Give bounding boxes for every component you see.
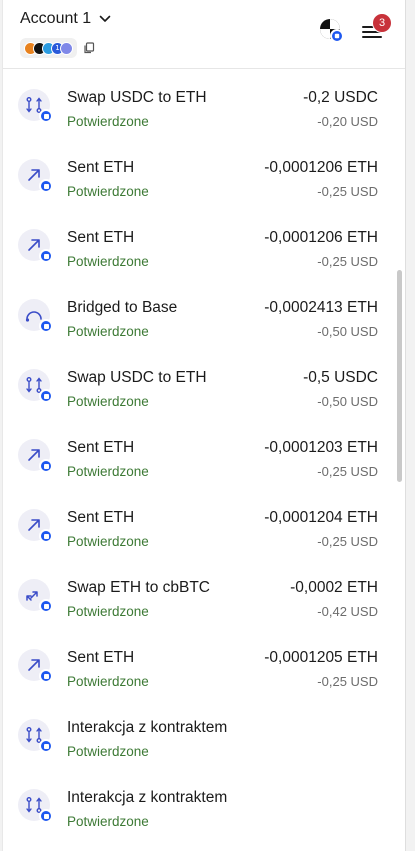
transaction-fiat-value: -0,20 USD	[317, 114, 378, 129]
transaction-fiat-value: -0,25 USD	[317, 464, 378, 479]
transaction-fiat-value: -0,42 USD	[317, 604, 378, 619]
transaction-title: Sent ETH	[67, 649, 135, 666]
transaction-status: Potwierdzone	[67, 254, 149, 269]
transaction-amount: -0,0001204 ETH	[264, 509, 378, 526]
account-selector[interactable]: Account 1	[20, 10, 111, 28]
transaction-status: Potwierdzone	[67, 184, 149, 199]
network-row: 1	[20, 38, 95, 58]
transaction-row[interactable]: Sent ETH Potwierdzone -0,0001205 ETH -0,25 …	[3, 628, 405, 698]
transaction-title: Swap USDC to ETH	[67, 369, 207, 386]
network-badge-icon	[39, 809, 53, 823]
network-icon-ethereum	[60, 41, 73, 55]
transaction-row[interactable]: Sent ETH Potwierdzone -0,0001206 ETH -0,25 …	[3, 208, 405, 278]
transaction-title: Interakcja z kontraktem	[67, 789, 228, 806]
transaction-icon	[18, 369, 53, 403]
transaction-title: Interakcja z kontraktem	[67, 719, 228, 736]
connected-site-icon	[320, 19, 344, 43]
transaction-icon	[18, 159, 53, 193]
transaction-status: Potwierdzone	[67, 674, 149, 689]
network-badge-icon	[39, 109, 53, 123]
connected-site-button[interactable]	[319, 18, 344, 43]
transaction-list: Swap USDC to ETH Potwierdzone -0,2 USDC -0,…	[3, 68, 405, 838]
copy-icon[interactable]	[83, 42, 95, 54]
transaction-amount: -0,0001205 ETH	[264, 649, 378, 666]
transaction-row[interactable]: Swap USDC to ETH Potwierdzone -0,5 USDC -0,…	[3, 348, 405, 418]
transaction-icon	[18, 789, 53, 823]
transaction-row[interactable]: Interakcja z kontraktem Potwierdzone	[3, 768, 405, 838]
menu-button[interactable]: 3	[361, 13, 392, 41]
transaction-amount: -0,0002413 ETH	[264, 299, 378, 316]
header-actions: 3	[319, 13, 392, 43]
scrollbar[interactable]	[397, 270, 402, 482]
network-badge-icon	[39, 319, 53, 333]
wallet-panel: Account 1 1 3 Swap USDC to ETH Potwierdz…	[2, 0, 406, 851]
notification-badge: 3	[372, 13, 392, 33]
transaction-status: Potwierdzone	[67, 744, 149, 759]
transaction-icon	[18, 579, 53, 613]
transaction-icon	[18, 509, 53, 543]
transaction-status: Potwierdzone	[67, 534, 149, 549]
network-avatars[interactable]: 1	[20, 38, 77, 58]
transaction-status: Potwierdzone	[67, 114, 149, 129]
transaction-status: Potwierdzone	[67, 814, 149, 829]
transaction-icon	[18, 649, 53, 683]
transaction-title: Swap ETH to cbBTC	[67, 579, 210, 596]
transaction-title: Sent ETH	[67, 509, 135, 526]
network-badge-icon	[39, 389, 53, 403]
network-badge-icon	[39, 249, 53, 263]
network-badge-icon	[39, 529, 53, 543]
transaction-row[interactable]: Sent ETH Potwierdzone -0,0001203 ETH -0,25 …	[3, 418, 405, 488]
transaction-title: Swap USDC to ETH	[67, 89, 207, 106]
transaction-amount: -0,0002 ETH	[290, 579, 378, 596]
transaction-fiat-value: -0,25 USD	[317, 184, 378, 199]
transaction-title: Sent ETH	[67, 439, 135, 456]
transaction-title: Sent ETH	[67, 159, 135, 176]
network-badge-icon	[39, 459, 53, 473]
transaction-fiat-value: -0,50 USD	[317, 324, 378, 339]
account-name: Account 1	[20, 10, 92, 27]
transaction-icon	[18, 719, 53, 753]
transaction-icon	[18, 229, 53, 263]
transaction-amount: -0,0001203 ETH	[264, 439, 378, 456]
network-badge-icon	[39, 179, 53, 193]
transaction-icon	[18, 89, 53, 123]
transaction-icon	[18, 439, 53, 473]
transaction-status: Potwierdzone	[67, 324, 149, 339]
transaction-status: Potwierdzone	[67, 604, 149, 619]
transaction-icon	[18, 299, 53, 333]
transaction-amount: -0,2 USDC	[303, 89, 378, 106]
network-badge-icon	[39, 669, 53, 683]
transaction-row[interactable]: Swap ETH to cbBTC Potwierdzone -0,0002 ETH…	[3, 558, 405, 628]
transaction-fiat-value: -0,25 USD	[317, 674, 378, 689]
transaction-title: Bridged to Base	[67, 299, 178, 316]
transaction-fiat-value: -0,50 USD	[317, 394, 378, 409]
network-badge-icon	[39, 739, 53, 753]
transaction-row[interactable]: Swap USDC to ETH Potwierdzone -0,2 USDC -0,…	[3, 68, 405, 138]
transaction-row[interactable]: Sent ETH Potwierdzone -0,0001204 ETH -0,25 …	[3, 488, 405, 558]
transaction-amount: -0,5 USDC	[303, 369, 378, 386]
header: Account 1 1 3	[3, 0, 405, 69]
transaction-fiat-value: -0,25 USD	[317, 254, 378, 269]
transaction-fiat-value: -0,25 USD	[317, 534, 378, 549]
transaction-amount: -0,0001206 ETH	[264, 229, 378, 246]
transaction-row[interactable]: Interakcja z kontraktem Potwierdzone	[3, 698, 405, 768]
transaction-row[interactable]: Bridged to Base Potwierdzone -0,0002413 ET…	[3, 278, 405, 348]
transaction-title: Sent ETH	[67, 229, 135, 246]
transaction-status: Potwierdzone	[67, 394, 149, 409]
transaction-row[interactable]: Sent ETH Potwierdzone -0,0001206 ETH -0,25 …	[3, 138, 405, 208]
chevron-down-icon	[99, 15, 111, 22]
transaction-status: Potwierdzone	[67, 464, 149, 479]
transaction-amount: -0,0001206 ETH	[264, 159, 378, 176]
network-badge-icon	[39, 599, 53, 613]
